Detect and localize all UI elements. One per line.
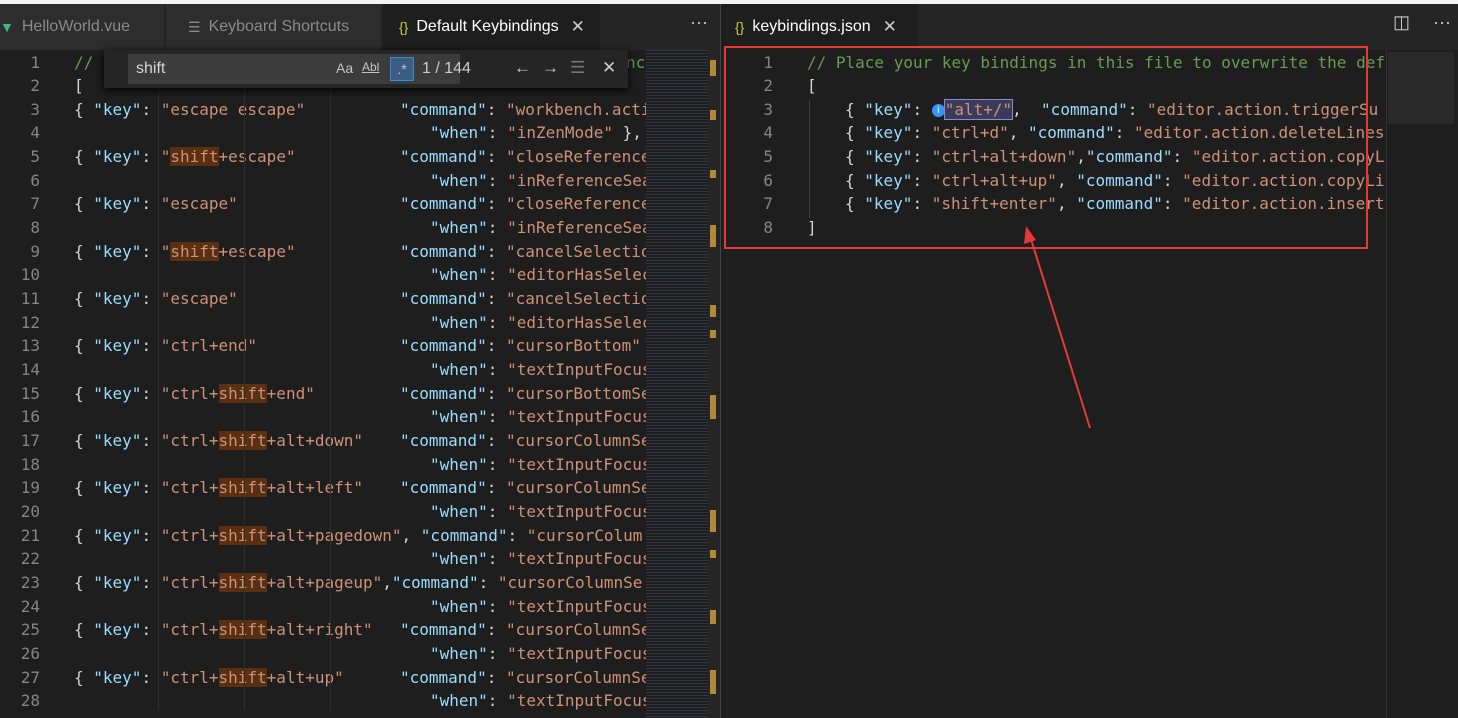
annotation-arrow: [1024, 226, 1091, 429]
